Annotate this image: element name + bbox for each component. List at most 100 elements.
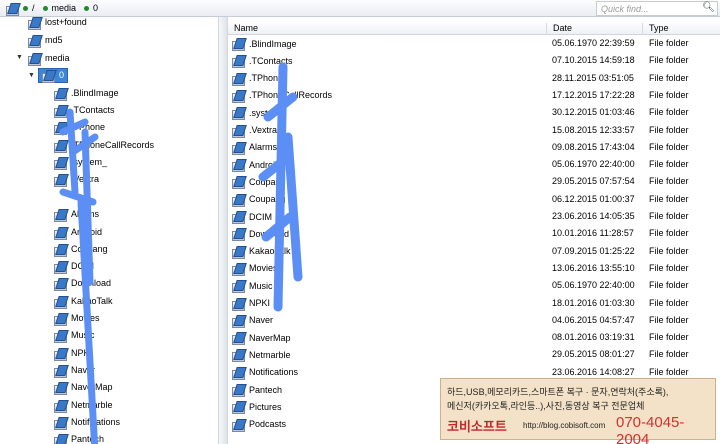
name-cell: Netmarble <box>232 349 291 363</box>
tree-item-pantech[interactable]: Pantech <box>54 432 104 444</box>
column-header-type[interactable]: Type <box>642 23 720 35</box>
folder-icon <box>232 73 245 86</box>
table-row[interactable]: .BlindImage 05.06.1970 22:39:59 File folde… <box>228 35 720 51</box>
folder-icon <box>232 228 245 242</box>
table-row[interactable]: Naver 04.06.2015 04:57:47 File folder <box>228 312 720 328</box>
tree-item-npki[interactable]: NPKI <box>54 346 92 361</box>
table-row[interactable]: NaverMap 08.01.2016 03:19:31 File folder <box>228 329 720 346</box>
folder-icon <box>232 55 245 69</box>
name-cell: Notifications <box>232 367 298 380</box>
table-row[interactable]: NPKI 18.01.2016 01:03:30 File folder <box>228 295 720 311</box>
tree-item-dcim[interactable]: DCIM <box>54 259 94 274</box>
tree-item-tphone[interactable]: .TPhone <box>54 120 105 135</box>
name-cell: Pictures <box>232 401 282 415</box>
tree-item-kakaotalk[interactable]: KakaoTalk <box>54 294 113 309</box>
table-row[interactable]: DCIM 23.06.2016 14:05:35 File folder <box>228 208 720 224</box>
name-cell: Coupang <box>232 176 286 190</box>
folder-icon <box>54 122 67 135</box>
expand-arrow-icon[interactable]: ▼ <box>16 54 23 61</box>
tree-item-tphonecallrecords[interactable]: .TPhoneCallRecords <box>54 138 154 153</box>
folder-icon <box>54 140 67 153</box>
type-cell: File folder <box>649 107 689 118</box>
folder-icon <box>54 417 67 430</box>
tree-item-navermap[interactable]: NaverMap <box>54 380 113 395</box>
name-cell: Coupang <box>232 194 286 207</box>
column-header-date[interactable]: Date <box>546 23 642 35</box>
folder-icon <box>54 400 67 413</box>
folder-icon <box>54 105 67 118</box>
tree-item-netmarble[interactable]: Netmarble <box>54 398 113 413</box>
table-row[interactable]: .TContacts 07.10.2015 14:59:18 File folder <box>228 52 720 69</box>
date-cell: 10.01.2016 11:28:57 <box>552 228 634 239</box>
date-cell: 13.06.2016 13:55:10 <box>552 262 635 273</box>
tree-item-0-selected[interactable]: 0 <box>38 67 69 83</box>
table-row[interactable]: Music 05.06.1970 22:40:00 File folder <box>228 277 720 294</box>
tree-item-music[interactable]: Music <box>54 328 95 343</box>
table-row[interactable]: .system_ 30.12.2015 01:03:46 File folder <box>228 104 720 121</box>
folder-icon <box>232 159 245 173</box>
tree-item-md5[interactable]: md5 <box>28 33 63 48</box>
folder-icon <box>232 401 245 415</box>
name-cell: .system_ <box>232 107 285 121</box>
column-header-name[interactable]: Name <box>228 23 546 35</box>
date-cell: 30.12.2015 01:03:46 <box>552 107 635 118</box>
date-cell: 28.11.2015 03:51:05 <box>552 72 634 83</box>
type-cell: File folder <box>649 72 689 83</box>
tree-item-download[interactable]: Download <box>54 276 111 291</box>
table-row[interactable]: .TPhone 28.11.2015 03:51:05 File folder <box>228 70 720 86</box>
date-cell: 07.10.2015 14:59:18 <box>552 55 635 66</box>
table-row[interactable]: Coupang 29.05.2015 07:57:54 File folder <box>228 173 720 190</box>
table-row[interactable]: Alarms 09.08.2015 17:43:04 File folder <box>228 139 720 155</box>
folder-icon <box>232 280 245 294</box>
name-cell: .TContacts <box>232 55 293 69</box>
folder-icon <box>54 227 67 240</box>
folder-tree[interactable]: lost+found md5 ▼ media ▼ 0 .BlindImage .… <box>0 17 218 444</box>
status-dot-icon <box>42 5 48 11</box>
folder-icon <box>54 244 67 257</box>
table-row[interactable]: Android 05.06.1970 22:40:00 File folder <box>228 156 720 173</box>
date-cell: 29.05.2015 08:01:27 <box>552 349 635 360</box>
search-icon[interactable]: 🔍︎ <box>702 2 715 13</box>
table-row[interactable]: Netmarble 29.05.2015 08:01:27 File folder <box>228 346 720 363</box>
tree-item-system[interactable]: .system_ <box>54 155 107 170</box>
tree-item-vextra[interactable]: .Vextra <box>54 172 99 187</box>
tree-item-android[interactable]: Android <box>54 225 102 240</box>
table-row[interactable]: Movies 13.06.2016 13:55:10 File folder <box>228 260 720 276</box>
table-row[interactable]: Download 10.01.2016 11:28:57 File folder <box>228 225 720 242</box>
pane-splitter[interactable] <box>218 17 228 444</box>
table-row[interactable]: .TPhoneCallRecords 17.12.2015 17:22:28 Fil… <box>228 87 720 103</box>
type-cell: File folder <box>649 349 689 360</box>
name-cell: Android <box>232 159 280 173</box>
tree-item-naver[interactable]: Naver <box>54 363 95 378</box>
breadcrumb-media[interactable]: media <box>42 3 76 13</box>
expand-arrow-icon[interactable]: ▼ <box>28 72 35 79</box>
folder-icon <box>232 384 245 397</box>
tree-item-coupang[interactable]: Coupang <box>54 242 108 257</box>
date-cell: 18.01.2016 01:03:30 <box>552 297 635 308</box>
breadcrumb-0[interactable]: 0 <box>84 3 98 13</box>
type-cell: File folder <box>649 245 689 256</box>
folder-icon <box>42 70 55 83</box>
tree-item-alarms[interactable]: Alarms <box>54 207 99 222</box>
tree-item-movies[interactable]: Movies <box>54 311 100 326</box>
breadcrumb-root[interactable]: / <box>23 3 35 13</box>
type-cell: File folder <box>649 141 689 152</box>
type-cell: File folder <box>649 89 689 100</box>
table-row[interactable]: KakaoTalk 07.09.2015 01:25:22 File folder <box>228 243 720 259</box>
table-row[interactable]: .Vextra 15.08.2015 12:33:57 File folder <box>228 122 720 138</box>
tree-item-media[interactable]: media <box>28 51 70 66</box>
tree-item-tcontacts[interactable]: .TContacts <box>54 103 115 118</box>
quick-find-input[interactable]: Quick find... 🔍︎ <box>596 1 718 16</box>
folder-icon <box>54 330 67 343</box>
name-cell: KakaoTalk <box>232 246 291 259</box>
table-row[interactable]: Coupang 06.12.2015 01:00:37 File folder <box>228 191 720 207</box>
folder-icon <box>54 296 67 309</box>
tree-item-notifications[interactable]: Notifications <box>54 415 120 430</box>
type-cell: File folder <box>649 314 689 325</box>
folder-icon <box>232 419 245 432</box>
date-cell: 23.06.2016 14:08:27 <box>552 366 635 377</box>
name-cell: Pantech <box>232 384 282 397</box>
tree-item-blindimage[interactable]: .BlindImage <box>54 86 119 101</box>
tree-item-lost-found[interactable]: lost+found <box>28 17 87 30</box>
name-cell: Download <box>232 228 289 242</box>
